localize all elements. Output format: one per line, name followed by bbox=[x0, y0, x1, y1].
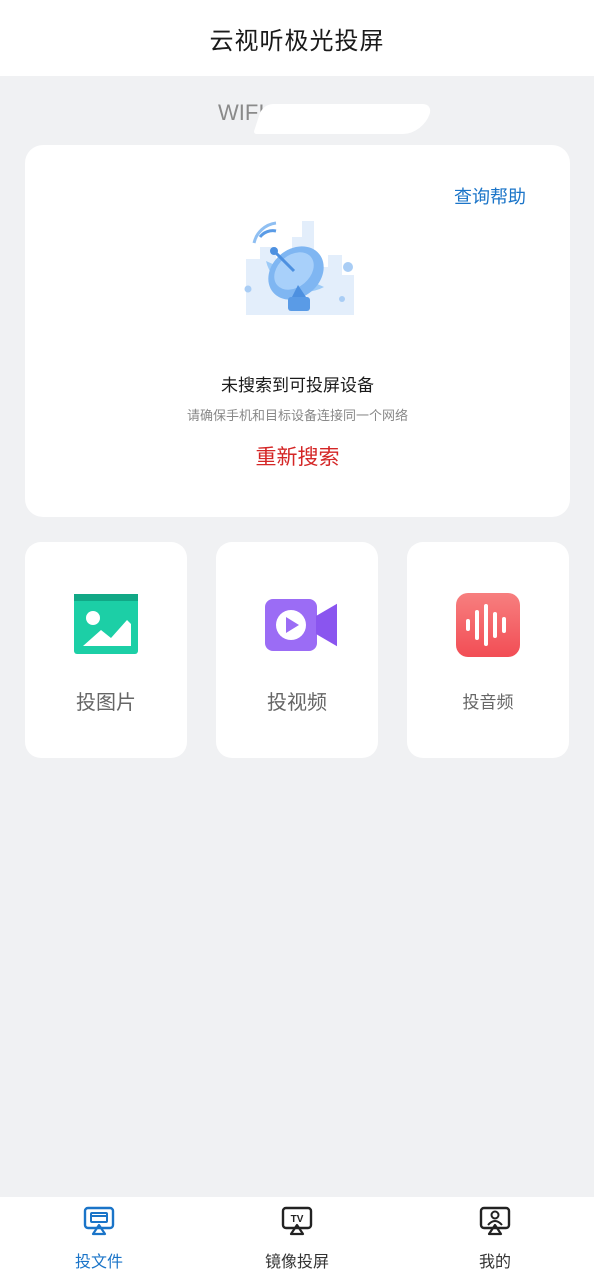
tab-screen-mirror[interactable]: TV 镜像投屏 bbox=[198, 1197, 396, 1280]
app-header: 云视听极光投屏 bbox=[0, 0, 594, 76]
audio-wave-icon bbox=[456, 593, 520, 657]
profile-icon bbox=[479, 1206, 511, 1236]
image-icon bbox=[74, 594, 138, 654]
tile-label: 投音频 bbox=[462, 693, 514, 713]
bottom-tab-bar: 投文件 TV 镜像投屏 我的 bbox=[0, 1197, 594, 1280]
svg-text:TV: TV bbox=[291, 1214, 304, 1225]
tv-mirror-icon: TV bbox=[281, 1206, 313, 1236]
wifi-status: WIFI bbox=[218, 100, 438, 134]
tab-cast-file[interactable]: 投文件 bbox=[0, 1197, 198, 1280]
tab-label: 投文件 bbox=[74, 1252, 123, 1271]
help-link[interactable]: 查询帮助 bbox=[454, 183, 526, 209]
tile-label: 投图片 bbox=[76, 690, 136, 714]
tab-label: 我的 bbox=[478, 1252, 511, 1271]
device-search-card: 查询帮助 未搜索到可投屏设备 请确保手机和目标设备连接同一个网络 重新搜索 bbox=[25, 145, 570, 517]
tab-label: 镜像投屏 bbox=[264, 1252, 329, 1271]
page-title: 云视听极光投屏 bbox=[209, 26, 385, 55]
satellite-dish-illustration bbox=[244, 221, 354, 315]
tab-mine[interactable]: 我的 bbox=[396, 1197, 594, 1280]
cast-audio-tile[interactable]: 投音频 bbox=[407, 542, 569, 758]
empty-state-title: 未搜索到可投屏设备 bbox=[221, 376, 374, 396]
empty-state-subtitle: 请确保手机和目标设备连接同一个网络 bbox=[186, 409, 408, 424]
cast-video-tile[interactable]: 投视频 bbox=[216, 542, 378, 758]
video-camera-icon bbox=[265, 599, 337, 651]
cast-file-icon bbox=[83, 1206, 115, 1236]
retry-search-button[interactable]: 重新搜索 bbox=[256, 441, 340, 471]
wifi-name-redaction bbox=[253, 104, 433, 134]
tile-label: 投视频 bbox=[267, 690, 327, 714]
cast-image-tile[interactable]: 投图片 bbox=[25, 542, 187, 758]
